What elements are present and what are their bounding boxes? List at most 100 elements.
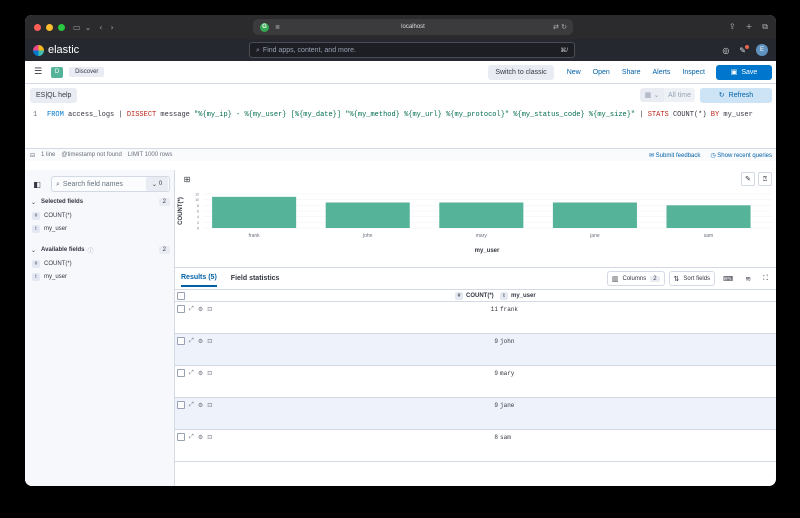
share-link[interactable]: Share: [622, 69, 641, 76]
field-item[interactable]: t my_user: [32, 270, 174, 283]
zoom-window-button[interactable]: [58, 23, 65, 31]
table-row[interactable]: ⤢ ⚙ ⊡ 9 john: [175, 334, 776, 366]
time-picker[interactable]: ▦ ⌄ All time: [640, 88, 695, 102]
global-search-input[interactable]: ⌕ Find apps, content, and more. ⌘/: [249, 42, 575, 58]
help-icon[interactable]: ◎: [722, 46, 729, 55]
expand-icon[interactable]: ⤢: [189, 369, 194, 377]
actions-icon[interactable]: ⚙: [198, 434, 203, 441]
column-header-count[interactable]: # COUNT(*): [455, 291, 494, 300]
inspect-link[interactable]: Inspect: [682, 69, 705, 76]
query-editor[interactable]: 1 FROM access_logs | DISSECT message "%{…: [25, 106, 776, 149]
refresh-icon: ↻: [718, 91, 725, 99]
query-index: access_logs |: [63, 111, 127, 119]
tab-results[interactable]: Results (5): [181, 270, 217, 287]
row-checkbox[interactable]: [177, 401, 185, 409]
time-range-label[interactable]: All time: [664, 88, 695, 102]
translate-reload-icon[interactable]: ⇄ ↻: [553, 23, 567, 31]
tab-field-statistics[interactable]: Field statistics: [231, 271, 280, 286]
chart-type-icon[interactable]: ⊞: [179, 172, 195, 186]
sidebar-toggle-icon[interactable]: ▭: [73, 23, 81, 32]
table-row[interactable]: ⤢ ⚙ ⊡ 9 mary: [175, 366, 776, 398]
chart-options-icon[interactable]: ⍰: [758, 172, 772, 186]
tab-overview-icon[interactable]: ⧉: [762, 22, 768, 32]
global-search-placeholder: Find apps, content, and more.: [262, 46, 356, 54]
chevron-down-icon[interactable]: ⌄: [85, 23, 92, 32]
row-checkbox[interactable]: [177, 369, 185, 377]
chevron-down-icon: ⌄: [31, 198, 37, 206]
new-link[interactable]: New: [567, 69, 581, 76]
table-row[interactable]: ⤢ ⚙ ⊡ 9 jane: [175, 398, 776, 430]
field-search-input[interactable]: ⌕ Search field names ⌄ 0: [51, 176, 170, 192]
minimize-window-button[interactable]: [46, 23, 53, 31]
elastic-logo[interactable]: elastic: [33, 44, 79, 56]
open-link[interactable]: Open: [593, 69, 610, 76]
query-text[interactable]: FROM access_logs | DISSECT message "%{my…: [47, 111, 753, 119]
alerts-link[interactable]: Alerts: [653, 69, 671, 76]
esql-help-button[interactable]: ES|QL help: [30, 87, 78, 103]
expand-icon[interactable]: ⤢: [189, 305, 194, 313]
more-icon[interactable]: ⊡: [207, 370, 212, 377]
close-window-button[interactable]: [34, 23, 41, 31]
more-icon[interactable]: ⊡: [207, 434, 212, 441]
x-tick-label: sam: [704, 233, 713, 239]
expand-icon[interactable]: ⤢: [189, 337, 194, 345]
browser-actions: ⇪ + ⧉: [729, 22, 768, 32]
table-row[interactable]: ⤢ ⚙ ⊡ 8 sam: [175, 430, 776, 462]
actions-icon[interactable]: ⚙: [198, 306, 203, 313]
keyword-stats: STATS: [647, 111, 669, 119]
actions-icon[interactable]: ⚙: [198, 338, 203, 345]
sort-fields-button[interactable]: ⇅ Sort fields: [668, 271, 716, 286]
edit-visualization-icon[interactable]: ✎: [741, 172, 755, 186]
select-all-checkbox[interactable]: [177, 291, 185, 300]
y-axis-label: COUNT(*): [178, 197, 184, 225]
top-nav-actions: Switch to classic New Open Share Alerts …: [488, 64, 772, 80]
more-icon[interactable]: ⊡: [207, 338, 212, 345]
row-checkbox[interactable]: [177, 433, 185, 441]
app-badge[interactable]: D: [51, 66, 64, 78]
actions-icon[interactable]: ⚙: [198, 402, 203, 409]
collapse-editor-icon[interactable]: ⊟: [30, 152, 35, 159]
avatar[interactable]: E: [756, 44, 768, 56]
field-item[interactable]: # COUNT(*): [32, 257, 174, 270]
available-fields-header[interactable]: ⌄ Available fields ⓘ 2: [31, 243, 170, 257]
query-function: COUNT(*): [668, 111, 711, 119]
expand-icon[interactable]: ⤢: [189, 433, 194, 441]
share-icon[interactable]: ⇪: [729, 22, 736, 32]
field-item[interactable]: # COUNT(*): [32, 209, 174, 222]
new-tab-icon[interactable]: +: [746, 22, 753, 32]
count-cell: 11: [490, 306, 498, 313]
show-recent-queries-link[interactable]: ◷ Show recent queries: [710, 152, 772, 159]
keyboard-icon[interactable]: ⌨: [719, 271, 737, 286]
expand-icon[interactable]: ⤢: [189, 401, 194, 409]
menu-icon[interactable]: ☰: [34, 67, 42, 77]
field-item[interactable]: t my_user: [32, 222, 174, 235]
submit-feedback-link[interactable]: ✉ Submit feedback: [649, 152, 700, 159]
actions-icon[interactable]: ⚙: [198, 370, 203, 377]
feedback-icon: ✉: [648, 151, 654, 159]
forward-icon[interactable]: ›: [110, 23, 113, 32]
calendar-icon[interactable]: ▦ ⌄: [640, 88, 664, 102]
address-bar[interactable]: G ≣ localhost ⇄ ↻: [253, 19, 573, 35]
table-row[interactable]: ⤢ ⚙ ⊡ 11 frank: [175, 302, 776, 334]
save-button[interactable]: ▣ Save: [716, 64, 772, 80]
info-icon[interactable]: ⓘ: [88, 246, 94, 255]
switch-to-classic-button[interactable]: Switch to classic: [488, 64, 554, 80]
row-checkbox[interactable]: [177, 337, 185, 345]
more-icon[interactable]: ⊡: [207, 306, 212, 313]
display-options-icon[interactable]: ≋: [741, 271, 755, 286]
news-feed-icon[interactable]: ✎: [739, 44, 749, 55]
refresh-button[interactable]: ↻ Refresh: [700, 87, 772, 103]
column-header-user[interactable]: t my_user: [500, 291, 536, 300]
selected-fields-header[interactable]: ⌄ Selected fields 2: [31, 195, 170, 209]
field-filter-button[interactable]: ⌄ 0: [146, 177, 168, 191]
more-icon[interactable]: ⊡: [207, 402, 212, 409]
row-checkbox[interactable]: [177, 305, 185, 313]
fullscreen-icon[interactable]: ⛶: [759, 271, 772, 286]
columns-button[interactable]: ▥ Columns 2: [606, 271, 665, 286]
x-tick-label: jane: [589, 233, 600, 239]
toggle-sidebar-icon[interactable]: ◧: [29, 176, 45, 192]
back-icon[interactable]: ‹: [99, 23, 102, 32]
timestamp-warning: @timestamp not found: [61, 152, 122, 158]
breadcrumb[interactable]: Discover: [69, 67, 105, 77]
text-type-icon: t: [32, 272, 40, 281]
